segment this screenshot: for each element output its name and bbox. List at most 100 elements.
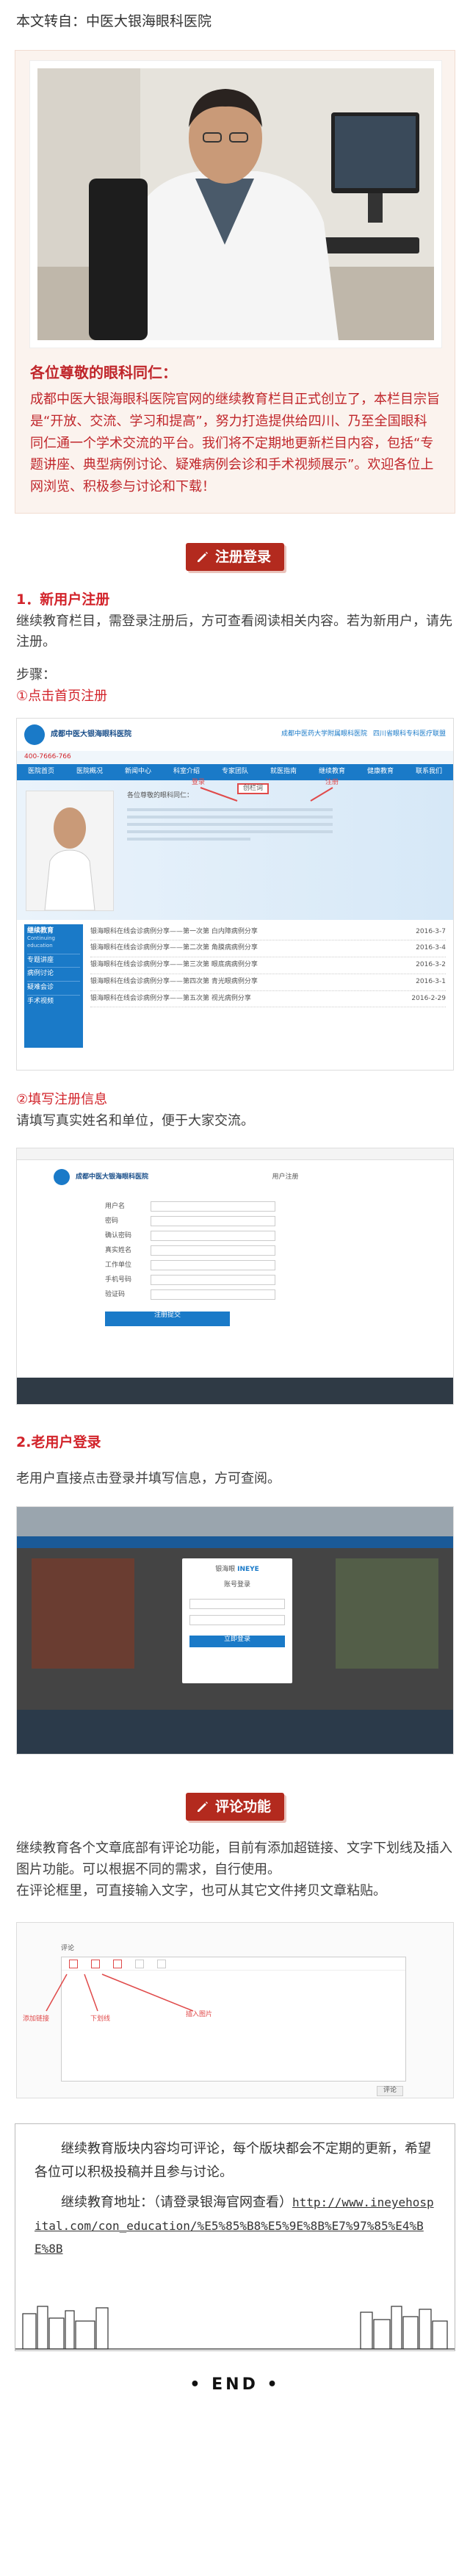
- hospital-name-2: 成都中医药大学附属眼科医院: [281, 730, 367, 738]
- field-label: 密码: [105, 1217, 119, 1225]
- sidebar-item[interactable]: 疑难会诊: [27, 981, 80, 995]
- nav-item[interactable]: 医院概况: [76, 768, 103, 777]
- step2-label: ②填写注册信息: [16, 1091, 108, 1107]
- nav-item[interactable]: 健康教育: [367, 768, 394, 777]
- login-screenshot: 银海眼 INEYE 账号登录 立即登录: [16, 1505, 454, 1755]
- nav-item[interactable]: 联系我们: [416, 768, 442, 777]
- new-user-title: 1．新用户注册: [16, 591, 110, 608]
- field-input[interactable]: [151, 1245, 275, 1256]
- list-item-title: 银海眼科在线会诊病例分享——第三次第 眼底病病例分享: [90, 961, 258, 969]
- greeting-body: 成都中医大银海眼科医院官网的继续教育栏目正式创立了，本栏目宗旨是“开放、交流、学…: [30, 392, 440, 495]
- homepage-screenshot: 成都中医大银海眼科医院 成都中医药大学附属眼科医院 四川省眼科专科医疗联盟 40…: [16, 717, 454, 1071]
- form-row: 用户名: [105, 1201, 365, 1212]
- pencil-icon: [197, 1801, 208, 1812]
- list-item[interactable]: 银海眼科在线会诊病例分享——第五次第 视光病例分享 2016-2-29: [90, 991, 446, 1008]
- form-row: 手机号码: [105, 1275, 365, 1286]
- field-label: 确认密码: [105, 1231, 132, 1240]
- list-item-title: 银海眼科在线会诊病例分享——第一次第 白内障病例分享: [90, 927, 258, 935]
- register-banner-label: 注册登录: [214, 548, 271, 565]
- site-footer: [17, 1378, 453, 1405]
- nav-item[interactable]: 继续教育: [319, 768, 345, 777]
- list-item-date: 2016-2-29: [411, 994, 446, 1002]
- step1-label: ①点击首页注册: [16, 688, 108, 704]
- form-row: 真实姓名: [105, 1245, 365, 1256]
- list-item[interactable]: 银海眼科在线会诊病例分享——第一次第 白内障病例分享 2016-3-7: [90, 924, 446, 941]
- list-item-date: 2016-3-2: [416, 961, 446, 969]
- field-label: 手机号码: [105, 1276, 132, 1284]
- greeting-title: 各位尊敬的眼科同仁：: [30, 364, 177, 382]
- continuing-edu-sidebar: 继续教育 Continuing education 专题讲座 病例讨论 疑难会诊 手术…: [24, 924, 83, 1048]
- comment-submit-button[interactable]: 评论: [377, 2086, 403, 2097]
- doctor-portrait: [30, 61, 441, 348]
- comment-banner: 评论功能: [0, 1792, 470, 1821]
- nav-item[interactable]: 科室介绍: [173, 768, 200, 777]
- modal-title: 账号登录: [223, 1581, 250, 1589]
- site-header: 成都中医大银海眼科医院 成都中医药大学附属眼科医院 四川省眼科专科医疗联盟: [17, 718, 453, 751]
- login-password-input[interactable]: [189, 1614, 285, 1625]
- field-input[interactable]: [151, 1260, 275, 1271]
- hero-welcome: 各位尊敬的眼科同仁：: [127, 791, 194, 799]
- list-item-title: 银海眼科在线会诊病例分享——第二次第 角膜病病例分享: [90, 944, 258, 952]
- field-label: 用户名: [105, 1202, 126, 1210]
- repost-line: 本文转自：中医大银海眼科医院: [16, 13, 212, 29]
- comment-screenshot: 评论 添加链接 下划线 插入图片 评论: [16, 1922, 454, 2099]
- label-underline: 下划线: [90, 2015, 111, 2023]
- nav-item[interactable]: 新闻中心: [125, 768, 151, 777]
- new-user-text: 继续教育栏目，需登录注册后，方可查看阅读相关内容。若为新用户，请先注册。: [16, 613, 452, 650]
- login-username-input[interactable]: [189, 1598, 285, 1609]
- steps-label: 步骤：: [16, 667, 56, 683]
- nav-item[interactable]: 就医指南: [270, 768, 297, 777]
- nav-item[interactable]: 医院首页: [28, 768, 54, 777]
- list-item-date: 2016-3-4: [416, 944, 446, 952]
- sidebar-item[interactable]: 病例讨论: [27, 967, 80, 981]
- comment-banner-label: 评论功能: [214, 1798, 271, 1815]
- field-label: 工作单位: [105, 1261, 132, 1269]
- note-address-label: 继续教育地址：（请登录银海官网查看）: [61, 2195, 292, 2211]
- nav-item[interactable]: 专家团队: [222, 768, 248, 777]
- label-add-link: 添加链接: [23, 2015, 50, 2023]
- register-banner: 注册登录: [0, 542, 470, 572]
- sidebar-item[interactable]: 专题讲座: [27, 953, 80, 968]
- end-marker: • END •: [189, 2375, 281, 2395]
- login-modal: 银海眼 INEYE 账号登录 立即登录: [182, 1558, 292, 1683]
- article-list: 银海眼科在线会诊病例分享——第一次第 白内障病例分享 2016-3-7 银海眼科在线…: [90, 924, 446, 1048]
- annotation-arrows: [200, 786, 333, 802]
- pencil-icon: [197, 552, 208, 563]
- site-hero: 各位尊敬的眼科同仁： 创栏词 登录 注册: [17, 779, 453, 920]
- comment-annotation-arrows: [46, 1974, 194, 2012]
- list-item[interactable]: 银海眼科在线会诊病例分享——第四次第 青光眼病例分享 2016-3-1: [90, 974, 446, 991]
- old-user-text: 老用户直接点击登录并填写信息，方可查阅。: [16, 1470, 281, 1486]
- field-input[interactable]: [151, 1201, 275, 1212]
- sidebar-item[interactable]: 手术视频: [27, 994, 80, 1009]
- note-line2: 继续教育地址：（请登录银海官网查看）http://www.ineyehospit…: [35, 2191, 435, 2261]
- hospital-logo-icon: [24, 724, 45, 745]
- greeting-card: 各位尊敬的眼科同仁： 成都中医大银海眼科医院官网的继续教育栏目正式创立了，本栏目…: [15, 50, 455, 514]
- field-input[interactable]: [151, 1216, 275, 1227]
- note-box: 继续教育版块内容均可评论，每个版块都会不定期的更新，希望各位可以积极投稿并且参与…: [15, 2123, 455, 2352]
- field-label: 真实姓名: [105, 1246, 132, 1254]
- field-input[interactable]: [151, 1231, 275, 1242]
- hospital-name: 成都中医大银海眼科医院: [51, 730, 131, 739]
- form-row: 验证码: [105, 1289, 365, 1300]
- list-item-date: 2016-3-7: [416, 927, 446, 935]
- form-title: 用户注册: [272, 1173, 299, 1181]
- login-submit-button[interactable]: 立即登录: [189, 1635, 285, 1647]
- register-submit-button[interactable]: 注册提交: [105, 1312, 230, 1327]
- field-input[interactable]: [151, 1275, 275, 1286]
- comment-text: 继续教育各个文章底部有评论功能，目前有添加超链接、文字下划线及插入图片功能。可以…: [16, 1840, 452, 1899]
- field-input[interactable]: [151, 1289, 275, 1300]
- form-row: 确认密码: [105, 1231, 365, 1242]
- sidebar-title: 继续教育: [27, 927, 54, 935]
- hospital-logo-icon: [54, 1169, 70, 1186]
- step2-text: 请填写真实姓名和单位，便于大家交流。: [16, 1112, 254, 1129]
- doctor-photo-illustration: [37, 68, 434, 341]
- list-item[interactable]: 银海眼科在线会诊病例分享——第二次第 角膜病病例分享 2016-3-4: [90, 940, 446, 958]
- label-insert-image: 插入图片: [186, 2011, 213, 2019]
- site-nav: 医院首页 医院概况 新闻中心 科室介绍 专家团队 就医指南 继续教育 健康教育 联系我们: [17, 763, 453, 780]
- article-page: 本文转自：中医大银海眼科医院 各位尊敬的眼科同仁： 成都中医大银海眼科医院官网的…: [0, 0, 470, 2576]
- list-item-title: 银海眼科在线会诊病例分享——第四次第 青光眼病例分享: [90, 977, 258, 985]
- register-form: 用户名密码确认密码真实姓名工作单位手机号码验证码: [17, 1194, 453, 1307]
- form-row: 工作单位: [105, 1260, 365, 1271]
- field-label: 验证码: [105, 1290, 126, 1298]
- list-item[interactable]: 银海眼科在线会诊病例分享——第三次第 眼底病病例分享 2016-3-2: [90, 957, 446, 974]
